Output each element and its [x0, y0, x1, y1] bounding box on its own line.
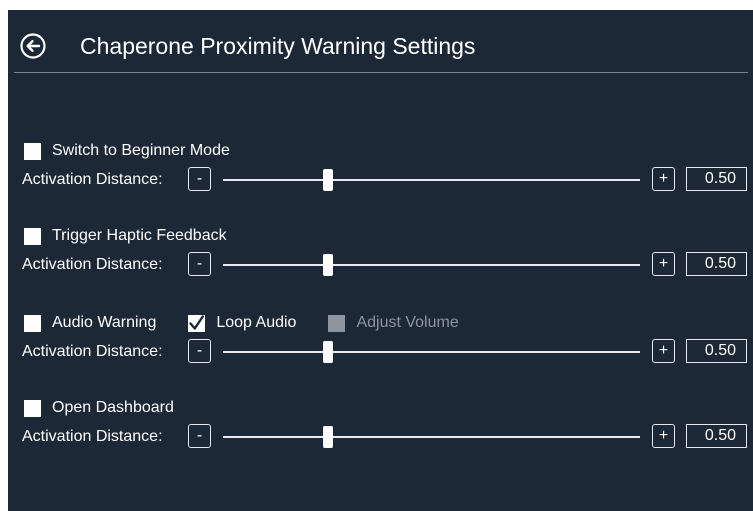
- back-button[interactable]: [20, 33, 46, 59]
- header: Chaperone Proximity Warning Settings: [8, 10, 753, 74]
- increase-button[interactable]: +: [652, 167, 675, 191]
- checkbox-row: Trigger Haptic Feedback: [24, 225, 227, 247]
- distance-slider-thumb[interactable]: [323, 169, 333, 191]
- decrease-button[interactable]: -: [188, 339, 211, 363]
- adjust-volume-label: Adjust Volume: [356, 314, 459, 331]
- open-dashboard-label: Open Dashboard: [52, 399, 174, 416]
- increase-button[interactable]: +: [652, 339, 675, 363]
- activation-distance-label: Activation Distance:: [22, 428, 163, 445]
- section-haptic-feedback: Trigger Haptic Feedback Activation Dista…: [8, 225, 753, 285]
- decrease-button[interactable]: -: [188, 424, 211, 448]
- distance-value-field[interactable]: 0.50: [686, 252, 747, 276]
- loop-audio-checkbox[interactable]: [188, 314, 206, 332]
- distance-slider-thumb[interactable]: [323, 341, 333, 363]
- increase-button[interactable]: +: [652, 424, 675, 448]
- distance-value-field[interactable]: 0.50: [686, 424, 747, 448]
- distance-slider-track[interactable]: [223, 179, 640, 181]
- page-title: Chaperone Proximity Warning Settings: [80, 33, 476, 59]
- open-dashboard-option[interactable]: Open Dashboard: [24, 399, 174, 417]
- section-open-dashboard: Open Dashboard Activation Distance: - + …: [8, 397, 753, 457]
- activation-distance-row: Activation Distance: - + 0.50: [22, 167, 747, 193]
- audio-warning-checkbox[interactable]: [24, 314, 41, 332]
- distance-value-field[interactable]: 0.50: [686, 167, 747, 191]
- haptic-feedback-checkbox[interactable]: [24, 227, 41, 245]
- header-divider: [14, 72, 748, 73]
- checkbox-row: Switch to Beginner Mode: [24, 140, 230, 162]
- increase-button[interactable]: +: [652, 252, 675, 276]
- distance-slider-thumb[interactable]: [323, 426, 333, 448]
- section-beginner-mode: Switch to Beginner Mode Activation Dista…: [8, 140, 753, 200]
- checkbox-row: Open Dashboard: [24, 397, 174, 419]
- distance-slider-track[interactable]: [223, 264, 640, 266]
- decrease-button[interactable]: -: [188, 252, 211, 276]
- activation-distance-label: Activation Distance:: [22, 171, 163, 188]
- activation-distance-row: Activation Distance: - + 0.50: [22, 339, 747, 365]
- adjust-volume-checkbox: [328, 314, 346, 332]
- beginner-mode-checkbox[interactable]: [24, 142, 41, 160]
- activation-distance-label: Activation Distance:: [22, 343, 163, 360]
- distance-slider-track[interactable]: [223, 351, 640, 353]
- audio-warning-option[interactable]: Audio Warning: [24, 314, 156, 332]
- audio-warning-label: Audio Warning: [52, 314, 157, 331]
- checkmark-icon: [189, 314, 205, 330]
- loop-audio-option[interactable]: Loop Audio: [188, 314, 296, 332]
- checkbox-row: Audio Warning Loop Audio Adjust Volume: [24, 312, 459, 334]
- distance-value-field[interactable]: 0.50: [686, 339, 747, 363]
- beginner-mode-option[interactable]: Switch to Beginner Mode: [24, 142, 230, 160]
- adjust-volume-option: Adjust Volume: [328, 314, 459, 332]
- distance-slider-track[interactable]: [223, 436, 640, 438]
- haptic-feedback-label: Trigger Haptic Feedback: [52, 227, 227, 244]
- activation-distance-row: Activation Distance: - + 0.50: [22, 424, 747, 450]
- loop-audio-label: Loop Audio: [216, 314, 297, 331]
- haptic-feedback-option[interactable]: Trigger Haptic Feedback: [24, 227, 227, 245]
- section-audio-warning: Audio Warning Loop Audio Adjust Volume A…: [8, 312, 753, 372]
- activation-distance-row: Activation Distance: - + 0.50: [22, 252, 747, 278]
- open-dashboard-checkbox[interactable]: [24, 399, 41, 417]
- beginner-mode-label: Switch to Beginner Mode: [52, 142, 230, 159]
- decrease-button[interactable]: -: [188, 167, 211, 191]
- back-arrow-circle-icon: [20, 33, 46, 59]
- settings-panel: Chaperone Proximity Warning Settings Swi…: [8, 10, 753, 511]
- activation-distance-label: Activation Distance:: [22, 256, 163, 273]
- distance-slider-thumb[interactable]: [323, 254, 333, 276]
